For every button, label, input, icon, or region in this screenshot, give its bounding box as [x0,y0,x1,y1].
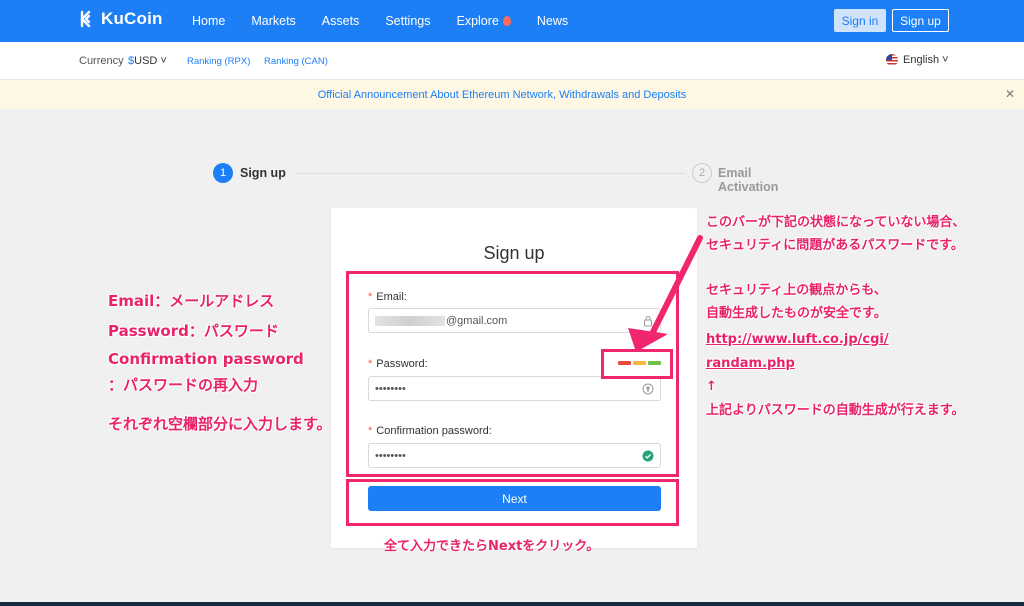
nav-home[interactable]: Home [192,14,225,28]
flame-icon [502,16,511,26]
annotation-generator-url-2: randam.php [706,356,795,371]
step-1-label: Sign up [240,166,286,180]
top-navbar: KuCoin Home Markets Assets Settings Expl… [0,0,1024,42]
annotation-strength-2: セキュリティに問題があるパスワードです。 [706,238,964,253]
nav-explore-label: Explore [456,14,499,28]
annotation-fill-instruction: それぞれ空欄部分に入力します。 [108,415,332,433]
us-flag-icon [886,54,898,66]
nav-assets[interactable]: Assets [322,14,360,28]
nav-news[interactable]: News [537,14,568,28]
close-icon[interactable]: ✕ [1005,87,1015,101]
step-2-label: Email Activation [718,166,779,194]
chevron-down-icon: ˅ [157,55,167,67]
language-select[interactable]: English ˅ [886,54,949,66]
step-2-number: 2 [692,163,712,183]
annotation-security-1: セキュリティ上の観点からも、 [706,283,887,298]
signup-button[interactable]: Sign up [892,9,949,32]
annotation-generator-desc: 上記よりパスワードの自動生成が行えます。 [706,403,965,418]
language-value: English [903,54,940,66]
annotation-email: Email：メールアドレス [108,292,275,310]
signup-steps: 1 Sign up 2 Email Activation [213,163,813,194]
annotation-generator-url: http://www.luft.co.jp/cgi/ [706,332,889,347]
nav-markets[interactable]: Markets [251,14,295,28]
nav-explore[interactable]: Explore [456,14,511,28]
step-1-number: 1 [213,163,233,183]
chevron-down-icon: ˅ [939,54,949,66]
annotation-up-arrow: ↑ [706,379,717,394]
step-divider [296,173,686,174]
next-highlight-box [346,479,679,526]
strength-highlight-box [601,349,673,379]
announcement-link[interactable]: Official Announcement About Ethereum Net… [0,89,1004,101]
annotation-password: Password：パスワード [108,322,279,340]
currency-label: Currency [79,55,124,67]
main-nav: Home Markets Assets Settings Explore New… [192,0,594,42]
annotation-strength-1: このバーが下記の状態になっていない場合、 [706,215,966,230]
currency-select[interactable]: $USD ˅ [128,55,167,67]
nav-settings[interactable]: Settings [385,14,430,28]
ranking-rpx-link[interactable]: Ranking (RPX) [187,56,250,67]
annotation-next-instruction: 全て入力できたらNextをクリック。 [384,539,600,554]
currency-value: USD [134,55,158,67]
brand-name: KuCoin [101,9,163,28]
annotation-security-2: 自動生成したものが安全です。 [706,306,887,321]
annotation-confirm-desc: ：パスワードの再入力 [108,376,259,394]
announcement-bar: Official Announcement About Ethereum Net… [0,80,1024,109]
annotation-confirm: Confirmation password [108,350,304,368]
kucoin-logo[interactable]: KuCoin [78,9,163,29]
footer-strip [0,602,1024,606]
currency-bar: Currency $USD ˅ Ranking (RPX) Ranking (C… [0,42,1024,80]
ranking-can-link[interactable]: Ranking (CAN) [264,56,328,67]
kucoin-logo-icon [80,10,91,28]
form-title: Sign up [483,243,545,263]
signin-button[interactable]: Sign in [834,9,886,32]
